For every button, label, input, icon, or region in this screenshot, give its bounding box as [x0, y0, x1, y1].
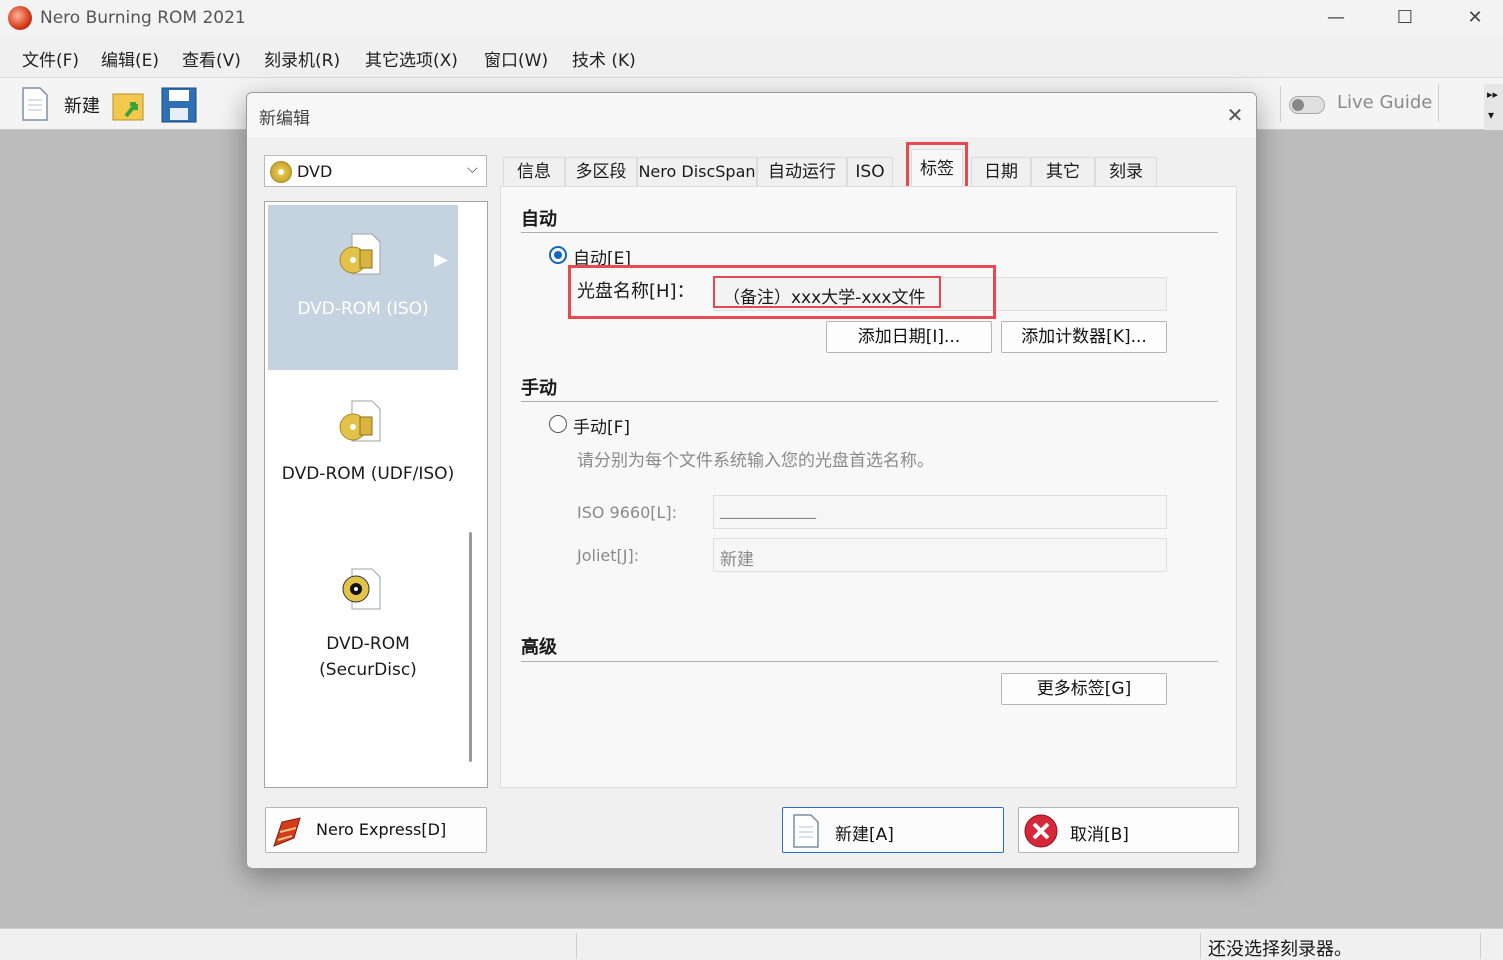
tab-burn[interactable]: 刻录	[1095, 157, 1157, 187]
tab-nero-discspan[interactable]: Nero DiscSpan	[637, 157, 757, 187]
status-separator	[1480, 933, 1481, 959]
nero-express-button[interactable]: Nero Express[D]	[265, 807, 487, 853]
joliet-label: Joliet[J]:	[577, 546, 640, 565]
disc-icon	[270, 161, 292, 183]
list-item-dvd-rom-securdisc[interactable]: DVD-ROM (SecurDisc)	[268, 547, 458, 707]
chevron-right-icon: ▸▸	[1487, 88, 1499, 101]
menu-bar: 文件(F) 编辑(E) 查看(V) 刻录机(R) 其它选项(X) 窗口(W) 技…	[0, 38, 1503, 78]
live-guide-label[interactable]: Live Guide	[1337, 92, 1432, 113]
dvd-iso-icon	[339, 233, 381, 275]
disc-type-dropdown[interactable]: DVD ⌵	[264, 155, 487, 187]
nero-app-icon	[8, 6, 32, 30]
menu-edit[interactable]: 编辑(E)	[101, 46, 159, 71]
joliet-input[interactable]: 新建	[713, 538, 1167, 572]
disc-type-value: DVD	[297, 162, 333, 181]
nero-express-label: Nero Express[D]	[316, 820, 447, 839]
menu-tech[interactable]: 技术 (K)	[572, 46, 636, 71]
menu-recorder[interactable]: 刻录机(R)	[264, 46, 340, 71]
manual-radio[interactable]	[549, 415, 567, 433]
compilation-type-list[interactable]: ▶ DVD-ROM (ISO) DVD-ROM (UDF/ISO) DVD-RO…	[264, 201, 488, 788]
list-item-dvd-rom-iso[interactable]: ▶ DVD-ROM (ISO)	[268, 205, 458, 370]
new-button[interactable]: 新建[A]	[782, 807, 1004, 853]
list-item-label: DVD-ROM (UDF/ISO)	[281, 464, 455, 484]
chevron-down-icon: ▾	[1488, 108, 1495, 122]
tab-info[interactable]: 信息	[503, 157, 565, 187]
nero-express-icon	[273, 817, 301, 847]
divider	[521, 232, 1218, 233]
menu-extras[interactable]: 其它选项(X)	[365, 46, 458, 71]
menu-window[interactable]: 窗口(W)	[484, 46, 548, 71]
status-separator	[1200, 933, 1201, 959]
toggle-knob	[1292, 99, 1304, 111]
section-heading-advanced: 高级	[521, 637, 557, 658]
app-title-bar: Nero Burning ROM 2021 — ☐ ✕	[0, 0, 1503, 38]
divider	[521, 661, 1218, 662]
menu-view[interactable]: 查看(V)	[182, 46, 241, 71]
manual-hint: 请分别为每个文件系统输入您的光盘首选名称。	[577, 451, 934, 471]
cancel-button-label: 取消[B]	[1070, 825, 1129, 845]
toolbar-overflow-chevron-icon[interactable]: ▸▸ ▾	[1484, 84, 1503, 130]
tab-autorun[interactable]: 自动运行	[757, 157, 847, 187]
chevron-down-icon: ⌵	[467, 161, 478, 177]
list-item-dvd-rom-udf-iso[interactable]: DVD-ROM (UDF/ISO)	[268, 377, 458, 527]
add-date-button[interactable]: 添加日期[I]...	[826, 321, 992, 353]
tab-misc[interactable]: 其它	[1031, 157, 1095, 187]
close-button[interactable]: ✕	[1452, 4, 1498, 34]
dialog-close-button[interactable]: ✕	[1219, 99, 1251, 131]
open-folder-icon[interactable]	[110, 86, 148, 124]
auto-radio[interactable]	[549, 246, 567, 264]
tab-date[interactable]: 日期	[971, 157, 1031, 187]
list-item-label: DVD-ROM (SecurDisc)	[319, 634, 417, 680]
new-button-label: 新建[A]	[835, 825, 894, 845]
status-message: 还没选择刻录器。	[1208, 939, 1352, 960]
tab-iso[interactable]: ISO	[847, 157, 893, 187]
cancel-button[interactable]: 取消[B]	[1018, 807, 1239, 853]
status-separator	[576, 933, 577, 959]
iso-9660-label: ISO 9660[L]:	[577, 503, 678, 522]
section-heading-auto: 自动	[521, 209, 557, 230]
status-bar: 还没选择刻录器。	[0, 928, 1503, 960]
disc-name-value-highlight-box	[713, 276, 941, 308]
chevron-right-icon: ▶	[434, 249, 448, 270]
joliet-value: 新建	[720, 550, 754, 570]
tab-multisession[interactable]: 多区段	[565, 157, 637, 187]
menu-file[interactable]: 文件(F)	[22, 46, 79, 71]
tab-page-label: 自动 自动[E] 光盘名称[H]： （备注）xxx大学-xxx文件 添加日期[I…	[500, 186, 1237, 788]
more-labels-button[interactable]: 更多标签[G]	[1001, 673, 1167, 705]
toolbar-new-label[interactable]: 新建	[64, 92, 100, 118]
add-counter-button[interactable]: 添加计数器[K]...	[1001, 321, 1167, 353]
app-title: Nero Burning ROM 2021	[40, 8, 246, 28]
dialog-title-bar: 新编辑 ✕	[247, 93, 1256, 137]
securdisc-icon	[342, 568, 381, 610]
toolbar-separator-2	[1438, 84, 1439, 122]
manual-radio-label[interactable]: 手动[F]	[573, 413, 630, 438]
divider	[521, 401, 1218, 402]
minimize-button[interactable]: —	[1313, 4, 1359, 34]
iso-9660-input[interactable]: ____________	[713, 495, 1167, 529]
toolbar-separator	[1280, 86, 1281, 122]
live-guide-toggle[interactable]	[1289, 96, 1325, 114]
cancel-x-icon	[1024, 814, 1058, 848]
save-icon[interactable]	[160, 86, 198, 124]
dialog-title: 新编辑	[259, 109, 310, 129]
dvd-udf-iso-icon	[339, 400, 381, 442]
new-compilation-dialog: 新编辑 ✕ DVD ⌵ ▶ DVD-ROM (ISO) DVD-ROM (UDF…	[246, 92, 1257, 869]
new-document-icon	[793, 814, 819, 848]
new-document-icon[interactable]	[20, 86, 50, 122]
list-scrollbar[interactable]	[469, 532, 472, 762]
section-heading-manual: 手动	[521, 378, 557, 399]
list-item-label: DVD-ROM (ISO)	[297, 299, 429, 319]
maximize-button[interactable]: ☐	[1382, 4, 1428, 34]
iso-9660-value: ____________	[720, 500, 816, 519]
